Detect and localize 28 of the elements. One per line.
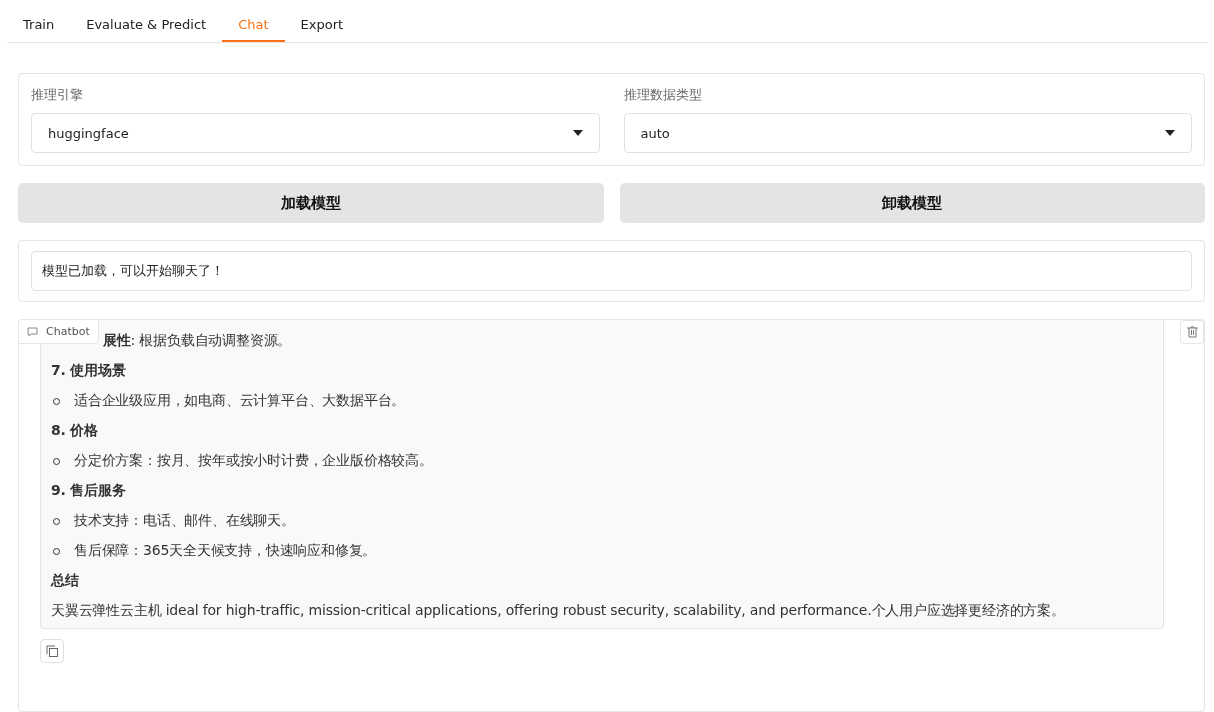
section-heading: 9. 售后服务	[51, 482, 127, 500]
chat-icon	[27, 326, 38, 337]
caret-icon	[1165, 130, 1175, 136]
section-heading: 8. 价格	[51, 422, 99, 440]
trash-icon	[1186, 326, 1198, 338]
dropdown[interactable]: huggingface	[31, 113, 600, 153]
message-paragraph: 天翼云弹性云主机 ideal for high-traffic, mission-critical applications, offering robust security, scalability, and performance.个人用户应选择更经济的方案。	[51, 602, 1066, 620]
action-button[interactable]: 卸载模型	[619, 183, 1205, 223]
field-label: 推理数据类型	[623, 86, 703, 104]
list-item-text: 展性: 根据负载自动调整资源。	[102, 332, 293, 350]
tab[interactable]: Evaluate & Predict	[70, 17, 223, 42]
list-item-text: 适合企业级应用，如电商、云计算平台、大数据平台。	[74, 392, 406, 410]
caret-icon	[572, 130, 583, 136]
chatbot-label: Chatbot	[18, 319, 99, 344]
tab[interactable]: Train	[7, 17, 71, 42]
list-item-text: 技术支持：电话、邮件、在线聊天。	[74, 512, 295, 530]
tab[interactable]: Export	[284, 17, 360, 42]
list-item-text: 售后保障：365天全天候支持，快速响应和修复。	[74, 542, 377, 560]
section-heading: 7. 使用场景	[51, 362, 127, 380]
dropdown[interactable]: auto	[623, 113, 1192, 153]
action-button[interactable]: 加载模型	[18, 183, 604, 223]
field-label: 推理引擎	[31, 86, 84, 104]
status-field[interactable]: 模型已加载，可以开始聊天了！	[31, 251, 1192, 291]
section-heading: 总结	[51, 572, 80, 590]
copy-button[interactable]	[40, 639, 64, 663]
list-item-text: 分定价方案：按月、按年或按小时计费，企业版价格较高。	[74, 452, 433, 470]
clear-button[interactable]	[1180, 320, 1204, 344]
copy-icon	[46, 645, 58, 657]
